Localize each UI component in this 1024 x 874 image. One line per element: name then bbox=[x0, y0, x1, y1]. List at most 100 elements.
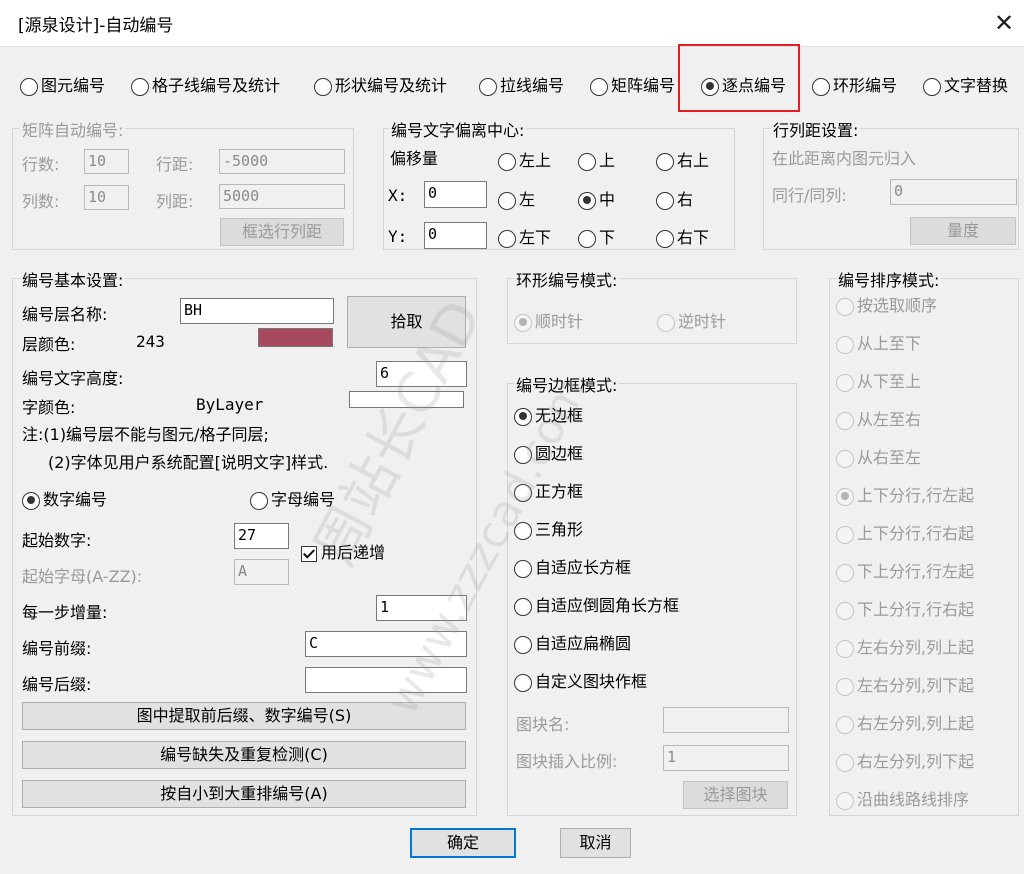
frame-option-5[interactable]: 自适应倒圆角长方框 bbox=[514, 592, 679, 616]
radio-circle-icon bbox=[514, 635, 532, 654]
cancel-button[interactable]: 取消 bbox=[560, 828, 631, 858]
step-input[interactable]: 1 bbox=[376, 595, 467, 621]
mode-radio-0[interactable]: 图元编号 bbox=[20, 72, 105, 96]
sort-option-9[interactable]: 左右分列,列上起 bbox=[836, 634, 974, 658]
frame-option-6[interactable]: 自适应扁椭圆 bbox=[514, 630, 631, 654]
col-dist-input[interactable]: 5000 bbox=[219, 184, 345, 209]
offset-pos-top[interactable]: 上 bbox=[578, 147, 615, 171]
cols-input[interactable]: 10 bbox=[84, 185, 129, 210]
layer-color-swatch[interactable] bbox=[258, 328, 333, 347]
block-scale-input[interactable]: 1 bbox=[663, 745, 789, 771]
sort-option-8[interactable]: 下上分行,行右起 bbox=[836, 596, 974, 620]
offset-pos-bottom-left[interactable]: 左下 bbox=[498, 224, 551, 248]
mode-radio-4[interactable]: 矩阵编号 bbox=[590, 72, 675, 96]
sort-option-4[interactable]: 从右至左 bbox=[836, 444, 921, 468]
offset-pos-bottom-right[interactable]: 右下 bbox=[656, 224, 709, 248]
radio-circle-icon bbox=[836, 601, 854, 620]
mode-radio-2[interactable]: 形状编号及统计 bbox=[314, 72, 447, 96]
layer-name-label: 编号层名称: bbox=[22, 305, 108, 324]
layer-color-label: 层颜色: bbox=[22, 335, 76, 354]
sort-option-3[interactable]: 从左至右 bbox=[836, 406, 921, 430]
suffix-input[interactable] bbox=[305, 667, 467, 693]
pick-layer-button[interactable]: 拾取 bbox=[347, 296, 466, 348]
note-line-2: (2)字体见用户系统配置[说明文字]样式. bbox=[48, 453, 329, 472]
font-color-swatch[interactable] bbox=[349, 391, 464, 408]
sort-option-1[interactable]: 从上至下 bbox=[836, 330, 921, 354]
radio-circle-icon bbox=[836, 335, 854, 354]
sort-option-13[interactable]: 沿曲线路线排序 bbox=[836, 786, 969, 810]
offset-x-input[interactable]: 0 bbox=[424, 181, 487, 208]
prefix-input[interactable]: C bbox=[305, 631, 467, 657]
mode-radio-3[interactable]: 拉线编号 bbox=[479, 72, 564, 96]
mode-radio-6[interactable]: 环形编号 bbox=[812, 72, 897, 96]
prefix-label: 编号前缀: bbox=[22, 639, 92, 658]
row-dist-input[interactable]: -5000 bbox=[219, 149, 345, 174]
sort-option-2[interactable]: 从下至上 bbox=[836, 368, 921, 392]
offset-pos-top-right[interactable]: 右上 bbox=[656, 147, 709, 171]
block-name-input[interactable] bbox=[663, 707, 789, 733]
offset-group-title: 编号文字偏离中心: bbox=[389, 117, 527, 141]
sort-option-10[interactable]: 左右分列,列下起 bbox=[836, 672, 974, 696]
offset-pos-right[interactable]: 右 bbox=[656, 186, 693, 210]
sort-option-5[interactable]: 上下分行,行左起 bbox=[836, 482, 974, 506]
radio-circle-icon bbox=[657, 313, 675, 332]
clockwise-radio[interactable]: 顺时针 bbox=[514, 308, 583, 332]
font-color-value: ByLayer bbox=[196, 395, 264, 414]
radio-circle-icon bbox=[250, 491, 268, 510]
offset-pos-center[interactable]: 中 bbox=[578, 186, 615, 210]
radio-circle-icon bbox=[836, 411, 854, 430]
renumber-ascending-button[interactable]: 按自小到大重排编号(A) bbox=[22, 780, 466, 808]
radio-circle-icon bbox=[836, 525, 854, 544]
frame-option-4[interactable]: 自适应长方框 bbox=[514, 554, 631, 578]
pick-row-col-dist-button[interactable]: 框选行列距 bbox=[220, 218, 344, 246]
measure-button[interactable]: 量度 bbox=[910, 217, 1016, 245]
checkbox-check-icon bbox=[301, 545, 317, 562]
start-letter-input[interactable]: A bbox=[234, 559, 289, 585]
window-title: [源泉设计]-自动编号 bbox=[18, 16, 174, 36]
frame-option-0[interactable]: 无边框 bbox=[514, 402, 583, 426]
alpha-numbering-radio[interactable]: 字母编号 bbox=[250, 486, 335, 510]
offset-pos-left[interactable]: 左 bbox=[498, 186, 535, 210]
sort-option-7[interactable]: 下上分行,行左起 bbox=[836, 558, 974, 582]
increment-after-checkbox[interactable]: 用后递增 bbox=[301, 539, 385, 563]
same-rowcol-input[interactable]: 0 bbox=[890, 179, 1017, 205]
mode-radio-1[interactable]: 格子线编号及统计 bbox=[131, 72, 280, 96]
counterclockwise-radio[interactable]: 逆时针 bbox=[657, 308, 726, 332]
select-block-button[interactable]: 选择图块 bbox=[683, 781, 788, 809]
rowcol-group-title: 行列距设置: bbox=[771, 117, 861, 141]
block-scale-label: 图块插入比例: bbox=[516, 752, 618, 771]
extract-prefix-suffix-button[interactable]: 图中提取前后缀、数字编号(S) bbox=[22, 702, 466, 730]
offset-y-input[interactable]: 0 bbox=[424, 222, 487, 249]
sort-option-0[interactable]: 按选取顺序 bbox=[836, 292, 937, 316]
frame-option-3[interactable]: 三角形 bbox=[514, 516, 583, 540]
radio-circle-icon bbox=[836, 449, 854, 468]
sort-option-11[interactable]: 右左分列,列上起 bbox=[836, 710, 974, 734]
radio-circle-icon bbox=[22, 491, 40, 510]
radio-circle-icon bbox=[514, 673, 532, 692]
radio-circle-icon bbox=[514, 597, 532, 616]
start-number-input[interactable]: 27 bbox=[234, 523, 289, 549]
sort-option-6[interactable]: 上下分行,行右起 bbox=[836, 520, 974, 544]
frame-option-1[interactable]: 圆边框 bbox=[514, 440, 583, 464]
offset-amount-label: 偏移量 bbox=[390, 149, 439, 168]
offset-pos-bottom[interactable]: 下 bbox=[578, 224, 615, 248]
radio-circle-icon bbox=[836, 563, 854, 582]
block-name-label: 图块名: bbox=[516, 715, 570, 734]
layer-name-input[interactable]: BH bbox=[180, 298, 334, 324]
radio-circle-icon bbox=[314, 77, 332, 96]
radio-circle-icon bbox=[514, 313, 532, 332]
frame-option-7[interactable]: 自定义图块作框 bbox=[514, 668, 647, 692]
ok-button[interactable]: 确定 bbox=[410, 828, 516, 858]
text-height-input[interactable]: 6 bbox=[376, 361, 467, 387]
matrix-group-title: 矩阵自动编号: bbox=[20, 117, 126, 141]
numeric-numbering-radio[interactable]: 数字编号 bbox=[22, 486, 107, 510]
sort-option-12[interactable]: 右左分列,列下起 bbox=[836, 748, 974, 772]
offset-pos-top-left[interactable]: 左上 bbox=[498, 147, 551, 171]
mode-radio-7[interactable]: 文字替换 bbox=[923, 72, 1008, 96]
close-icon[interactable]: ✕ bbox=[988, 8, 1020, 38]
missing-duplicate-check-button[interactable]: 编号缺失及重复检测(C) bbox=[22, 741, 466, 769]
frame-option-2[interactable]: 正方框 bbox=[514, 478, 583, 502]
offset-y-label: Y: bbox=[388, 227, 408, 246]
radio-circle-icon bbox=[656, 191, 674, 210]
rows-input[interactable]: 10 bbox=[84, 149, 129, 174]
